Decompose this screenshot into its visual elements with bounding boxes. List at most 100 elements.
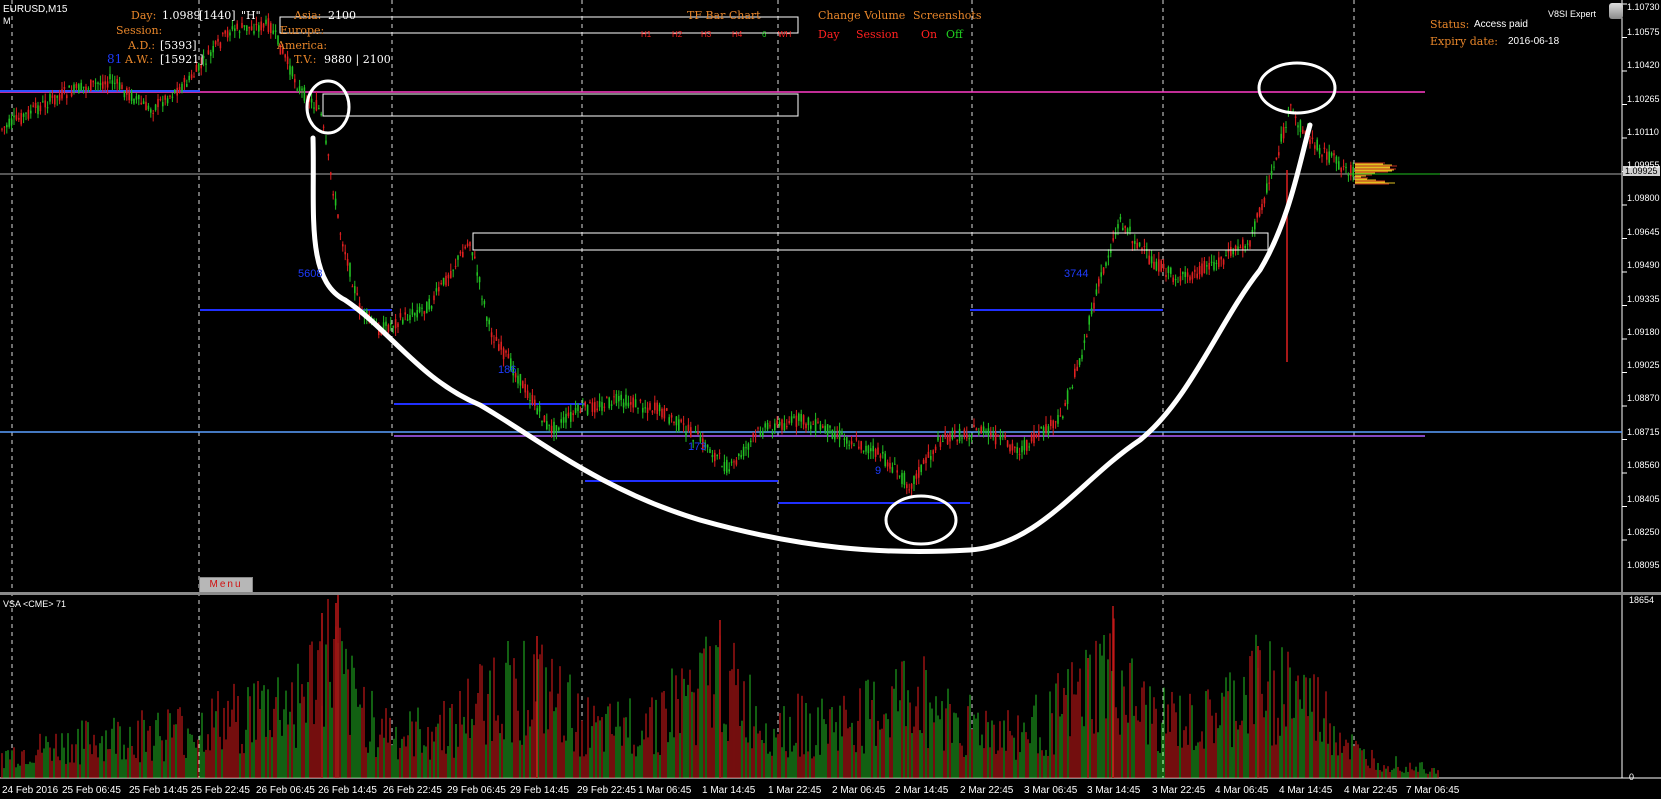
tf-item-h3[interactable]: H3 — [701, 28, 711, 41]
tf-item-h2[interactable]: H2 — [672, 28, 682, 41]
menu-button[interactable]: Menu — [199, 577, 253, 593]
candle-body — [106, 81, 109, 88]
candle-body — [488, 319, 490, 325]
candle-body — [212, 46, 214, 53]
candle-body — [1105, 262, 1107, 266]
candle-body — [690, 427, 692, 437]
change-volume-day[interactable]: Day — [818, 28, 840, 41]
candle-body — [1186, 272, 1189, 277]
candle-body — [258, 25, 260, 32]
candle-body — [745, 447, 747, 449]
candle-body — [762, 431, 764, 437]
day-value: 1.0989 — [162, 9, 201, 22]
candle-body — [850, 441, 853, 445]
candle-body — [608, 397, 610, 409]
candle-body — [927, 451, 930, 458]
candle-body — [805, 423, 807, 429]
candle-body — [694, 432, 697, 434]
candle-body — [505, 350, 507, 353]
candle-body — [862, 450, 865, 452]
candle-body — [1126, 228, 1129, 233]
screenshots-off[interactable]: Off — [946, 28, 963, 41]
candle-body — [234, 28, 236, 32]
candle-body — [339, 233, 342, 235]
candle-body — [267, 18, 270, 32]
candle-body — [1323, 147, 1326, 149]
candle-body — [961, 437, 963, 439]
candle-body — [562, 417, 565, 423]
time-axis-label: 7 Mar 06:45 — [1406, 785, 1460, 796]
candle-body — [1242, 239, 1244, 251]
candle-body — [879, 455, 882, 458]
candle-body — [1316, 139, 1318, 151]
candle-body — [958, 428, 961, 442]
candle-body — [238, 31, 241, 33]
candle-body — [135, 96, 138, 100]
candle-body — [908, 489, 910, 491]
candle-body — [987, 428, 990, 437]
candle-body — [860, 441, 862, 450]
candle-body — [1215, 262, 1218, 264]
candle-body — [18, 117, 20, 120]
candle-body — [1297, 125, 1299, 128]
time-axis-label: 29 Feb 14:45 — [510, 785, 569, 796]
candle-body — [1136, 242, 1138, 249]
time-axis-label: 2 Mar 22:45 — [960, 785, 1014, 796]
candle-body — [529, 400, 531, 402]
candle-body — [788, 420, 790, 424]
candle-body — [584, 401, 586, 407]
candle-body — [313, 107, 315, 109]
candle-body — [865, 445, 867, 452]
candle-body — [349, 263, 351, 277]
candle-body — [1057, 415, 1059, 424]
tf-item-h4[interactable]: H4 — [732, 28, 742, 41]
candle-body — [1023, 440, 1026, 451]
change-volume-session[interactable]: Session — [856, 28, 899, 41]
candle-body — [130, 91, 133, 101]
candle-body — [519, 374, 522, 386]
candle-body — [68, 85, 70, 88]
candle-body — [553, 421, 555, 434]
candle-body — [634, 399, 637, 408]
candle-body — [939, 441, 942, 447]
candle-body — [526, 390, 529, 398]
aw-label: A.W.: — [125, 53, 154, 66]
candle-body — [1107, 255, 1110, 258]
candle-body — [783, 423, 786, 431]
candle-body — [1071, 386, 1074, 389]
candle-body — [867, 445, 870, 454]
panel-divider[interactable] — [0, 592, 1661, 595]
candle-body — [843, 438, 846, 440]
tf-item-h1[interactable]: H1 — [641, 28, 651, 41]
candle-body — [1062, 416, 1064, 419]
candle-body — [613, 396, 615, 398]
expert-advisor-icon[interactable] — [1609, 3, 1623, 19]
price-axis-label: 1.10420 — [1627, 60, 1660, 70]
candle-body — [190, 74, 193, 79]
candle-body — [838, 430, 841, 440]
candle-body — [1138, 242, 1141, 247]
candle-body — [104, 81, 106, 85]
candle-body — [452, 269, 454, 271]
candle-body — [735, 460, 738, 465]
candle-body — [1321, 155, 1323, 157]
candle-body — [574, 407, 577, 413]
candle-body — [889, 463, 891, 469]
candle-body — [646, 407, 649, 413]
screenshots-on[interactable]: On — [921, 28, 937, 41]
candle-body — [1244, 245, 1246, 249]
tf-item-6[interactable]: 6 — [762, 28, 766, 41]
tf-item-wh[interactable]: WH — [778, 28, 791, 41]
mode-label: M — [3, 16, 11, 26]
tf-bar-chart-title: TF Bar Chart — [687, 9, 761, 22]
candle-body — [1042, 427, 1045, 436]
candle-body — [54, 94, 56, 105]
price-axis-label: 1.08250 — [1627, 527, 1660, 537]
candle-body — [915, 473, 918, 479]
candle-body — [697, 431, 699, 435]
candle-body — [392, 326, 394, 328]
price-chart[interactable] — [0, 0, 1661, 799]
candle-body — [1150, 256, 1153, 264]
candle-body — [188, 75, 190, 81]
candle-body — [620, 394, 622, 401]
